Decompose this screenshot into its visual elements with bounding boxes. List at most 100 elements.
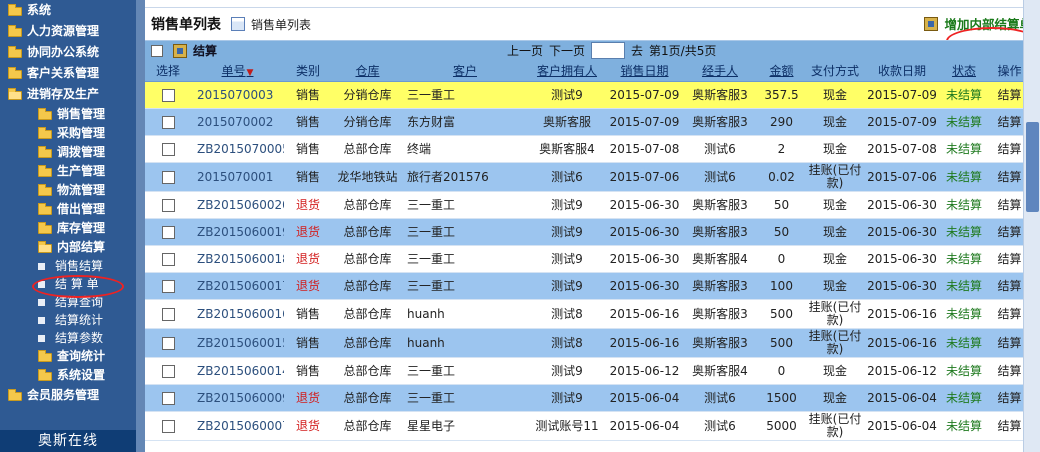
table-row[interactable]: 2015070003 销售 分销仓库 三一重工 测试9 2015-07-09 奥斯客服3 35… bbox=[145, 81, 1030, 109]
go-button[interactable]: 去 bbox=[631, 42, 643, 59]
cell-recv: 2015-07-09 bbox=[865, 81, 939, 109]
order-number-link[interactable]: 2015070003 bbox=[191, 81, 284, 109]
sidebar-item-lending[interactable]: 借出管理 bbox=[0, 200, 136, 219]
cell-amount: 1500 bbox=[758, 384, 805, 412]
cell-date: 2015-06-04 bbox=[607, 384, 682, 412]
cell-cust: 三一重工 bbox=[403, 191, 527, 219]
vertical-scrollbar[interactable] bbox=[1023, 0, 1040, 452]
breadcrumb: 销售单列表 bbox=[251, 17, 312, 32]
sidebar-item-production[interactable]: 生产管理 bbox=[0, 162, 136, 181]
page-number-input[interactable] bbox=[591, 42, 626, 59]
table-row[interactable]: ZB2015070005 销售 总部仓库 终端 奥斯客服4 2015-07-08 测试6 2 现… bbox=[145, 135, 1030, 163]
next-page-link[interactable]: 下一页 bbox=[549, 42, 585, 59]
sidebar-item-erp[interactable]: 进销存及生产 bbox=[0, 84, 136, 105]
cell-wh: 总部仓库 bbox=[332, 272, 403, 300]
sidebar-item-sales-settlement[interactable]: 销售结算 bbox=[0, 257, 136, 275]
row-checkbox[interactable] bbox=[161, 115, 175, 129]
table-row[interactable]: ZB2015060016 销售 总部仓库 huanh 测试8 2015-06-16 奥斯客服… bbox=[145, 299, 1030, 329]
cell-type: 销售 bbox=[284, 357, 332, 385]
table-row[interactable]: ZB2015060014 销售 总部仓库 三一重工 测试9 2015-06-12 奥斯客服4… bbox=[145, 357, 1030, 385]
sidebar-item-transfer[interactable]: 调拨管理 bbox=[0, 143, 136, 162]
sidebar-item-purchase[interactable]: 采购管理 bbox=[0, 124, 136, 143]
cell-status: 未结算 bbox=[939, 384, 989, 412]
order-number-link[interactable]: ZB2015060009 bbox=[191, 384, 284, 412]
cell-wh: 总部仓库 bbox=[332, 328, 403, 358]
order-number-link[interactable]: ZB2015060016 bbox=[191, 299, 284, 329]
col-handler[interactable]: 经手人 bbox=[682, 60, 758, 82]
cell-select bbox=[145, 245, 191, 273]
order-number-link[interactable]: ZB2015060020 bbox=[191, 191, 284, 219]
cell-type: 销售 bbox=[284, 108, 332, 136]
sidebar: 系统 人力资源管理 协同办公系统 客户关系管理 进销存及生产 销售管理 采购管理… bbox=[0, 0, 136, 452]
sidebar-item-internal-settlement[interactable]: 内部结算 bbox=[0, 238, 136, 257]
order-number-link[interactable]: ZB2015070005 bbox=[191, 135, 284, 163]
cell-wh: 分销仓库 bbox=[332, 108, 403, 136]
sidebar-item-office[interactable]: 协同办公系统 bbox=[0, 42, 136, 63]
row-checkbox[interactable] bbox=[161, 279, 175, 293]
sidebar-item-logistics[interactable]: 物流管理 bbox=[0, 181, 136, 200]
table-row[interactable]: 2015070001 销售 龙华地铁站 旅行者201576 测试6 2015-07-06 测… bbox=[145, 162, 1030, 192]
row-checkbox[interactable] bbox=[161, 142, 175, 156]
sidebar-item-system[interactable]: 系统 bbox=[0, 0, 136, 21]
table-row[interactable]: ZB2015060018 退货 总部仓库 三一重工 测试9 2015-06-30 奥斯客服4… bbox=[145, 245, 1030, 273]
sidebar-item-hr[interactable]: 人力资源管理 bbox=[0, 21, 136, 42]
table-row[interactable]: ZB2015060019 退货 总部仓库 三一重工 测试9 2015-06-30 奥斯客服3… bbox=[145, 218, 1030, 246]
table-row[interactable]: ZB2015060020 退货 总部仓库 三一重工 测试9 2015-06-30 奥斯客服3… bbox=[145, 191, 1030, 219]
table-row[interactable]: 2015070002 销售 分销仓库 东方财富 奥斯客服 2015-07-09 奥斯客服3 2… bbox=[145, 108, 1030, 136]
cell-date: 2015-07-09 bbox=[607, 108, 682, 136]
cell-pay: 现金 bbox=[805, 191, 865, 219]
col-order-no[interactable]: 单号▼ bbox=[191, 60, 284, 82]
cell-handler: 奥斯客服3 bbox=[682, 191, 758, 219]
sidebar-item-settlement-params[interactable]: 结算参数 bbox=[0, 329, 136, 347]
cell-handler: 奥斯客服4 bbox=[682, 357, 758, 385]
cell-status: 未结算 bbox=[939, 218, 989, 246]
col-customer[interactable]: 客户 bbox=[403, 60, 527, 82]
order-number-link[interactable]: ZB2015060017 bbox=[191, 272, 284, 300]
sidebar-item-inventory[interactable]: 库存管理 bbox=[0, 219, 136, 238]
row-checkbox[interactable] bbox=[161, 364, 175, 378]
sidebar-splitter[interactable] bbox=[136, 0, 145, 452]
row-checkbox[interactable] bbox=[161, 391, 175, 405]
folder-icon bbox=[8, 46, 22, 58]
settle-button[interactable]: 结算 bbox=[173, 42, 217, 59]
prev-page-link[interactable]: 上一页 bbox=[507, 42, 543, 59]
sidebar-item-settlement-stats[interactable]: 结算统计 bbox=[0, 311, 136, 329]
cell-select bbox=[145, 162, 191, 192]
cell-amount: 290 bbox=[758, 108, 805, 136]
table-row[interactable]: ZB2015060017 退货 总部仓库 三一重工 测试9 2015-06-30 奥斯客服3… bbox=[145, 272, 1030, 300]
row-checkbox[interactable] bbox=[161, 419, 175, 433]
select-all-checkbox[interactable] bbox=[151, 44, 163, 57]
col-sale-date[interactable]: 销售日期 bbox=[607, 60, 682, 82]
sidebar-item-query-stats[interactable]: 查询统计 bbox=[0, 347, 136, 366]
sidebar-item-system-settings[interactable]: 系统设置 bbox=[0, 366, 136, 385]
col-warehouse[interactable]: 仓库 bbox=[332, 60, 403, 82]
sidebar-item-crm[interactable]: 客户关系管理 bbox=[0, 63, 136, 84]
order-number-link[interactable]: 2015070002 bbox=[191, 108, 284, 136]
order-number-link[interactable]: ZB2015060019 bbox=[191, 218, 284, 246]
order-number-link[interactable]: ZB2015060015 bbox=[191, 328, 284, 358]
order-number-link[interactable]: ZB2015060014 bbox=[191, 357, 284, 385]
order-number-link[interactable]: ZB2015060018 bbox=[191, 245, 284, 273]
order-number-link[interactable]: ZB2015060007 bbox=[191, 411, 284, 441]
table-row[interactable]: ZB2015060015 销售 总部仓库 huanh 测试8 2015-06-16 奥斯客服… bbox=[145, 328, 1030, 358]
cell-status: 未结算 bbox=[939, 272, 989, 300]
row-checkbox[interactable] bbox=[161, 252, 175, 266]
col-owner[interactable]: 客户拥有人 bbox=[527, 60, 607, 82]
folder-icon bbox=[38, 350, 52, 362]
sidebar-item-member-service[interactable]: 会员服务管理 bbox=[0, 385, 136, 406]
sidebar-item-sales[interactable]: 销售管理 bbox=[0, 105, 136, 124]
scrollbar-thumb[interactable] bbox=[1026, 122, 1039, 212]
table-row[interactable]: ZB2015060007 退货 总部仓库 星星电子 测试账号11 2015-06-04 测试… bbox=[145, 411, 1030, 441]
row-checkbox[interactable] bbox=[161, 198, 175, 212]
cell-amount: 0 bbox=[758, 357, 805, 385]
row-checkbox[interactable] bbox=[161, 170, 175, 184]
row-checkbox[interactable] bbox=[161, 225, 175, 239]
row-checkbox[interactable] bbox=[161, 336, 175, 350]
cell-select bbox=[145, 135, 191, 163]
col-amount[interactable]: 金额 bbox=[758, 60, 805, 82]
row-checkbox[interactable] bbox=[161, 307, 175, 321]
table-row[interactable]: ZB2015060009 退货 总部仓库 三一重工 测试9 2015-06-04 测试6 15… bbox=[145, 384, 1030, 412]
order-number-link[interactable]: 2015070001 bbox=[191, 162, 284, 192]
col-status[interactable]: 状态 bbox=[939, 60, 989, 82]
row-checkbox[interactable] bbox=[161, 88, 175, 102]
